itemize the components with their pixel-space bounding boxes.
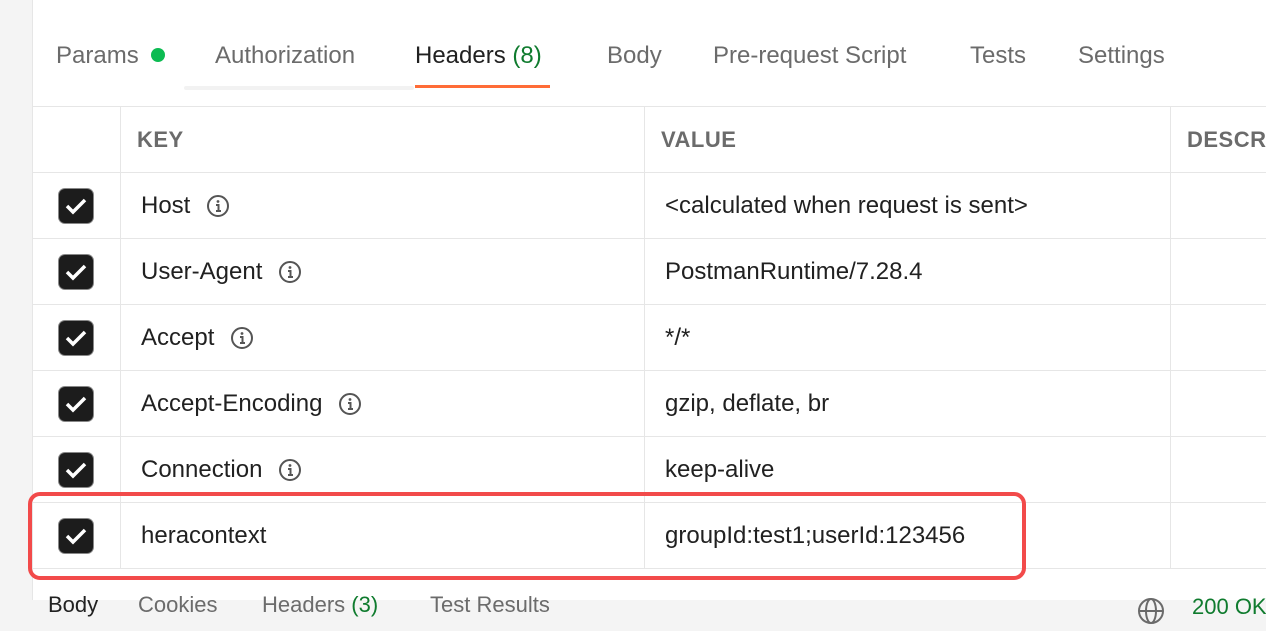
- row-checkbox-cell: [32, 371, 120, 437]
- table-row: User-Agent PostmanRuntime/7.28.4: [32, 238, 1266, 305]
- checkmark-icon: [65, 198, 87, 215]
- checkmark-icon: [65, 264, 87, 281]
- tab-pre-request-script[interactable]: Pre-request Script: [713, 36, 906, 88]
- header-value-cell[interactable]: keep-alive: [644, 437, 1170, 503]
- header-value-cell[interactable]: PostmanRuntime/7.28.4: [644, 239, 1170, 305]
- info-icon[interactable]: [206, 194, 230, 218]
- row-checkbox-cell: [32, 239, 120, 305]
- header-key: Host: [141, 192, 191, 219]
- row-checkbox[interactable]: [59, 519, 93, 553]
- header-key-cell[interactable]: User-Agent: [120, 239, 644, 305]
- table-row: Accept */*: [32, 304, 1266, 371]
- header-value-cell[interactable]: gzip, deflate, br: [644, 371, 1170, 437]
- row-checkbox-cell: [32, 173, 120, 239]
- table-row: Accept-Encoding gzip, deflate, br: [32, 370, 1266, 437]
- tab-settings[interactable]: Settings: [1078, 36, 1165, 88]
- header-value: */*: [665, 324, 691, 351]
- info-icon[interactable]: [230, 326, 254, 350]
- tab-body-label: Body: [607, 42, 662, 69]
- tab-params[interactable]: Params: [56, 36, 165, 88]
- header-key-cell[interactable]: Accept: [120, 305, 644, 371]
- header-key: heracontext: [141, 522, 267, 549]
- header-description-cell[interactable]: [1170, 503, 1266, 569]
- table-next-row-edge: [32, 568, 1266, 575]
- header-value: groupId:test1;userId:123456: [665, 522, 966, 549]
- tab-tests[interactable]: Tests: [970, 36, 1026, 88]
- row-checkbox-cell: [32, 437, 120, 503]
- params-indicator-dot: [150, 47, 165, 62]
- header-description-cell[interactable]: [1170, 437, 1266, 503]
- header-key-cell[interactable]: Host: [120, 173, 644, 239]
- row-checkbox[interactable]: [59, 453, 93, 487]
- tab-body[interactable]: Body: [607, 36, 662, 88]
- header-check-column: [32, 107, 120, 173]
- header-description-cell[interactable]: [1170, 173, 1266, 239]
- info-icon[interactable]: [338, 392, 362, 416]
- header-value: <calculated when request is sent>: [665, 192, 1028, 219]
- tab-authorization-label: Authorization: [215, 42, 356, 69]
- row-checkbox[interactable]: [59, 387, 93, 421]
- table-row: Connection keep-alive: [32, 436, 1266, 503]
- header-key: Accept: [141, 324, 215, 351]
- checkmark-icon: [65, 396, 87, 413]
- tab-headers-label: Headers: [415, 42, 506, 69]
- row-checkbox-cell: [32, 305, 120, 371]
- header-value: gzip, deflate, br: [665, 390, 830, 417]
- header-value: PostmanRuntime/7.28.4: [665, 258, 923, 285]
- header-value-cell[interactable]: groupId:test1;userId:123456: [644, 503, 1170, 569]
- table-header-row: KEY VALUE DESCR: [32, 106, 1266, 173]
- header-key: User-Agent: [141, 258, 263, 285]
- tab-pre-request-script-label: Pre-request Script: [713, 42, 907, 69]
- header-value: keep-alive: [665, 456, 775, 483]
- header-key-cell[interactable]: heracontext: [120, 503, 644, 569]
- header-key-cell[interactable]: Connection: [120, 437, 644, 503]
- header-key: Connection: [141, 456, 263, 483]
- tab-tests-label: Tests: [970, 42, 1027, 69]
- checkmark-icon: [65, 528, 87, 545]
- row-checkbox[interactable]: [59, 189, 93, 223]
- row-checkbox-cell: [32, 503, 120, 569]
- response-tab-body[interactable]: Body: [48, 592, 98, 618]
- header-value-cell[interactable]: <calculated when request is sent>: [644, 173, 1170, 239]
- response-tab-headers[interactable]: Headers (3): [262, 592, 378, 618]
- response-status: 200 OK: [1192, 594, 1266, 619]
- column-header-value: VALUE: [644, 107, 1170, 173]
- checkmark-icon: [65, 330, 87, 347]
- column-header-description: DESCR: [1170, 107, 1266, 173]
- checkmark-icon: [65, 462, 87, 479]
- info-icon[interactable]: [278, 458, 302, 482]
- table-row-heracontext: heracontext groupId:test1;userId:123456: [32, 502, 1266, 569]
- row-checkbox[interactable]: [59, 255, 93, 289]
- tab-headers[interactable]: Headers (8): [415, 36, 550, 88]
- tab-headers-count: (8): [512, 42, 542, 69]
- header-value-cell[interactable]: */*: [644, 305, 1170, 371]
- response-tab-test-results[interactable]: Test Results: [430, 592, 550, 618]
- tabs-divider: [184, 86, 414, 90]
- header-description-cell[interactable]: [1170, 305, 1266, 371]
- table-row: Host <calculated when request is sent>: [32, 172, 1266, 239]
- row-checkbox[interactable]: [59, 321, 93, 355]
- tab-authorization[interactable]: Authorization: [215, 36, 355, 88]
- tab-params-label: Params: [56, 42, 139, 69]
- header-description-cell[interactable]: [1170, 239, 1266, 305]
- column-header-key: KEY: [120, 107, 644, 173]
- response-tab-headers-label: Headers: [262, 592, 346, 617]
- globe-icon[interactable]: [1136, 596, 1166, 631]
- info-icon[interactable]: [278, 260, 302, 284]
- header-description-cell[interactable]: [1170, 371, 1266, 437]
- response-tab-cookies[interactable]: Cookies: [138, 592, 217, 618]
- tab-settings-label: Settings: [1078, 42, 1165, 69]
- header-key: Accept-Encoding: [141, 390, 323, 417]
- header-key-cell[interactable]: Accept-Encoding: [120, 371, 644, 437]
- response-tab-headers-count: (3): [351, 592, 379, 617]
